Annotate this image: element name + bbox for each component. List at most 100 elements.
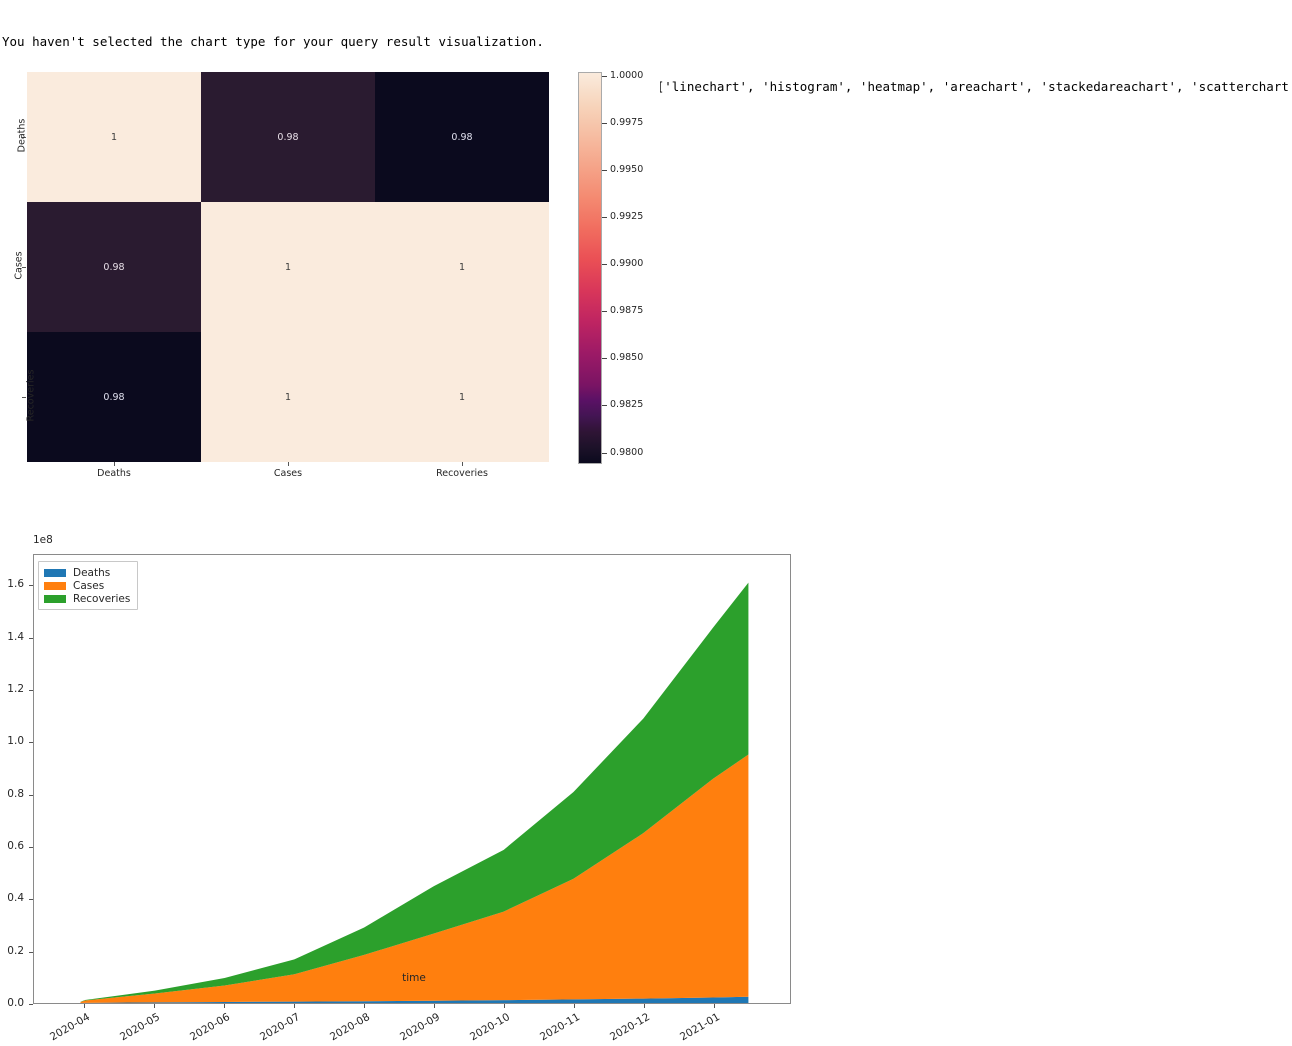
heatmap-cell-value: 1 — [458, 391, 466, 403]
colorbar-tick — [602, 122, 607, 124]
x-axis-tick — [84, 1004, 86, 1008]
x-axis-tick-label: 2020-12 — [607, 1011, 652, 1044]
x-axis-tick — [154, 1004, 156, 1008]
x-axis-tick — [643, 1004, 645, 1008]
y-axis-offset-text: 1e8 — [33, 534, 53, 546]
x-axis-tick — [573, 1004, 575, 1008]
x-axis-tick — [224, 1004, 226, 1008]
heatmap-y-tick-label: Cases — [13, 251, 25, 280]
heatmap-grid: 1 0.98 0.98 0.98 1 1 0.98 1 1 Deaths Cases Recoveri… — [14, 72, 549, 462]
heatmap-cell: 0.98 — [27, 202, 201, 332]
x-axis-tick — [503, 1004, 505, 1008]
stacked-area-svg — [80, 582, 749, 1003]
heatmap-x-tick-label: Deaths — [97, 468, 131, 479]
x-axis-tick-label: 2020-05 — [118, 1011, 163, 1044]
y-axis-tick — [29, 847, 33, 849]
legend-swatch — [44, 581, 66, 590]
legend-label: Recoveries — [73, 592, 131, 605]
y-axis-tick-label: 0.4 — [7, 892, 24, 905]
x-axis-tick-label: 2020-08 — [328, 1011, 373, 1044]
chart-legend: Deaths Cases Recoveries — [38, 561, 139, 610]
y-axis-tick — [29, 951, 33, 953]
x-axis-title: time — [402, 972, 426, 984]
colorbar-tick-label: 0.9875 — [610, 305, 644, 317]
y-axis-tick-label: 1.2 — [7, 683, 24, 696]
colorbar-tick — [602, 217, 607, 219]
x-axis-tick-label: 2020-07 — [258, 1011, 303, 1044]
legend-swatch — [44, 568, 66, 577]
heatmap-x-tick-label: Recoveries — [436, 468, 488, 479]
colorbar-tick-label: 1.0000 — [610, 69, 644, 81]
legend-item[interactable]: Cases — [44, 579, 130, 592]
heatmap-x-tick — [114, 462, 115, 466]
colorbar-tick-label: 0.9925 — [610, 211, 644, 223]
heatmap-x-axis: Deaths Cases Recoveries — [27, 462, 549, 486]
x-axis-tick-label: 2020-10 — [467, 1011, 512, 1044]
y-axis-tick — [29, 742, 33, 744]
x-axis-tick — [713, 1004, 715, 1008]
colorbar-tick — [602, 311, 607, 313]
colorbar-tick — [602, 169, 607, 171]
colorbar-tick-label: 0.9825 — [610, 399, 644, 411]
y-axis-tick-label: 0.2 — [7, 944, 24, 957]
heatmap-cell: 1 — [201, 332, 375, 462]
heatmap-y-tick-label: Deaths — [16, 118, 28, 153]
x-axis-tick — [433, 1004, 435, 1008]
stacked-area-figure: 1e8 0.0 0.2 0.4 0.6 0.8 1.0 1.2 1.4 1.6 2020-04 2… — [7, 488, 814, 1043]
heatmap-x-tick — [462, 462, 463, 466]
y-axis-tick — [29, 585, 33, 587]
legend-label: Deaths — [73, 566, 111, 579]
y-axis-tick-label: 0.6 — [7, 840, 24, 853]
y-axis-tick-label: 1.0 — [7, 735, 24, 748]
legend-item[interactable]: Recoveries — [44, 592, 130, 605]
stacked-area-axes — [33, 554, 791, 1004]
heatmap-cell-value: 1 — [284, 391, 292, 403]
heatmap-cell-value: 0.98 — [103, 391, 125, 403]
y-axis-tick — [29, 690, 33, 692]
heatmap-cell-value: 1 — [110, 131, 118, 143]
y-axis-tick — [29, 899, 33, 901]
heatmap-figure: 1 0.98 0.98 0.98 1 1 0.98 1 1 Deaths Cases Recoveri… — [0, 66, 660, 486]
y-axis-tick-label: 0.0 — [7, 997, 24, 1009]
heatmap-x-tick — [288, 462, 289, 466]
heatmap-cell-value: 0.98 — [103, 261, 125, 273]
colorbar-tick-label: 0.9850 — [610, 352, 644, 364]
legend-swatch — [44, 594, 66, 603]
y-axis-tick-label: 1.4 — [7, 630, 24, 643]
message-line-1: You haven't selected the chart type for … — [2, 34, 544, 49]
heatmap-cell: 0.98 — [375, 72, 549, 202]
colorbar-tick-label: 0.9900 — [610, 258, 644, 270]
heatmap-cell: 1 — [201, 202, 375, 332]
y-axis-tick — [29, 794, 33, 796]
figures-container: 1 0.98 0.98 0.98 1 1 0.98 1 1 Deaths Cases Recoveri… — [0, 66, 1292, 1043]
colorbar-tick-label: 0.9950 — [610, 163, 644, 175]
heatmap-colorbar — [578, 72, 602, 464]
x-axis-tick-label: 2020-04 — [48, 1011, 93, 1044]
heatmap-cell: 0.98 — [201, 72, 375, 202]
heatmap-cell: 0.98 — [27, 332, 201, 462]
colorbar-tick — [602, 452, 607, 454]
heatmap-y-tick-label: Recoveries — [25, 369, 37, 422]
legend-label: Cases — [73, 579, 105, 592]
x-axis-tick — [364, 1004, 366, 1008]
x-axis-tick-label: 2020-06 — [188, 1011, 233, 1044]
colorbar-tick-label: 0.9800 — [610, 446, 644, 458]
colorbar-tick-label: 0.9975 — [610, 116, 644, 128]
heatmap-cell-value: 1 — [458, 261, 466, 273]
heatmap-cell: 1 — [375, 332, 549, 462]
x-axis-tick-label: 2021-01 — [677, 1011, 722, 1044]
x-axis-tick-label: 2020-09 — [397, 1011, 442, 1044]
colorbar-tick — [602, 75, 607, 77]
heatmap-cell: 1 — [27, 72, 201, 202]
heatmap-cell-value: 0.98 — [451, 131, 473, 143]
heatmap-cell-value: 1 — [284, 261, 292, 273]
legend-item[interactable]: Deaths — [44, 566, 130, 579]
x-axis-tick — [294, 1004, 296, 1008]
colorbar-tick — [602, 264, 607, 266]
colorbar-tick — [602, 358, 607, 360]
y-axis-tick-label: 0.8 — [7, 787, 24, 800]
heatmap-x-tick-label: Cases — [273, 468, 303, 479]
y-axis-tick — [29, 637, 33, 639]
y-axis-tick-label: 1.6 — [7, 578, 24, 591]
heatmap-cell: 1 — [375, 202, 549, 332]
